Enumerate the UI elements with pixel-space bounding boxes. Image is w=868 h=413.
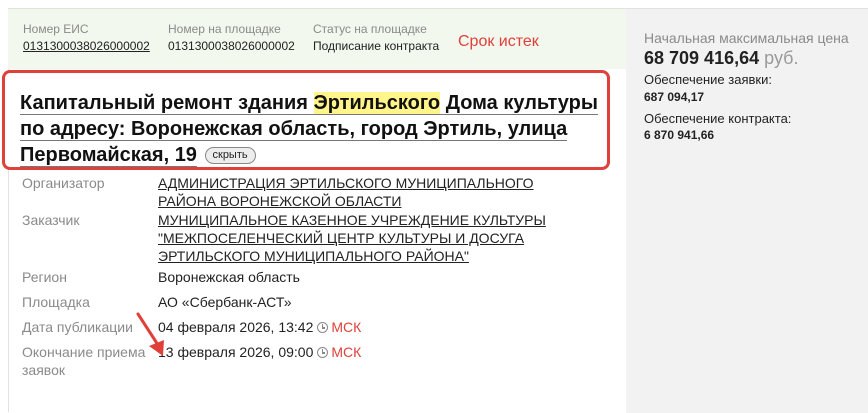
expired-badge: Срок истек — [458, 33, 539, 50]
customer-link[interactable]: МУНИЦИПАЛЬНОЕ КАЗЕННОЕ УЧРЕЖДЕНИЕ КУЛЬТУ… — [158, 211, 558, 265]
contract-security-value: 6 870 941,66 — [644, 128, 715, 142]
price-currency: руб. — [764, 48, 799, 68]
contract-security-label: Обеспечение контракта: — [644, 111, 792, 126]
publication-value: 04 февраля 2026, 13:42 МСК — [158, 318, 578, 336]
eis-number-label: Номер ЕИС — [23, 22, 89, 36]
price-label: Начальная максимальная цена — [644, 30, 849, 46]
tender-title[interactable]: Капитальный ремонт здания Эртильского До… — [20, 90, 610, 168]
status-value: Подписание контракта — [313, 39, 440, 53]
deadline-value: 13 февраля 2026, 09:00 МСК — [158, 343, 578, 361]
timezone-label: МСК — [331, 319, 362, 335]
title-line3: Первомайская, 19 — [20, 144, 197, 167]
bid-security-value: 687 094,17 — [644, 90, 705, 104]
customer-label: Заказчик — [22, 212, 80, 228]
title-highlight: Эртильского — [313, 92, 441, 114]
title-part2: Дома культуры — [440, 92, 598, 114]
title-line2: по адресу: Воронежская область, город Эр… — [20, 118, 568, 141]
status-block: Статус на площадке Подписание контракта — [313, 22, 439, 54]
title-part1: Капитальный ремонт здания — [20, 92, 314, 114]
organizer-link[interactable]: АДМИНИСТРАЦИЯ ЭРТИЛЬСКОГО МУНИЦИПАЛЬНОГО… — [158, 174, 558, 210]
timezone-label: МСК — [331, 344, 362, 360]
clock-icon — [317, 347, 329, 358]
clock-icon — [317, 322, 329, 333]
platform-number-block: Номер на площадке 0131300038026000002 — [168, 22, 295, 54]
status-label: Статус на площадке — [313, 22, 427, 36]
hide-button[interactable]: скрыть — [204, 147, 256, 165]
price-amount: 68 709 416,64 — [644, 48, 760, 68]
organizer-label: Организатор — [22, 175, 105, 191]
platform-number-value: 0131300038026000002 — [168, 39, 295, 53]
publication-date: 04 февраля 2026, 13:42 — [158, 319, 314, 335]
eis-number-link[interactable]: 0131300038026000002 — [23, 39, 150, 54]
price-value: 68 709 416,64 руб. — [644, 48, 798, 69]
platform-label: Площадка — [22, 294, 90, 310]
platform-value: АО «Сбербанк-АСТ» — [158, 294, 292, 310]
eis-number-block: Номер ЕИС 0131300038026000002 — [23, 22, 150, 54]
red-arrow-annotation-icon — [136, 312, 164, 356]
region-value: Воронежская область — [158, 269, 300, 285]
bid-security-label: Обеспечение заявки: — [644, 72, 772, 87]
platform-number-label: Номер на площадке — [168, 22, 281, 36]
region-label: Регион — [22, 269, 67, 285]
deadline-date: 13 февраля 2026, 09:00 — [158, 344, 314, 360]
deadline-label: Окончание приема заявок — [22, 344, 146, 378]
